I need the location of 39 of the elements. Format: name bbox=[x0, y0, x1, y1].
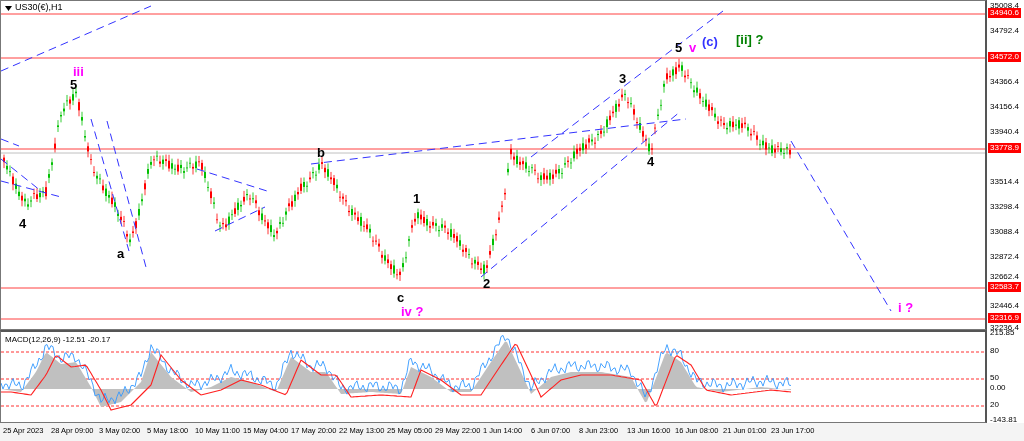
price-tick-label: 34792.4 bbox=[990, 26, 1019, 35]
wave-label: i ? bbox=[898, 301, 914, 314]
wave-label: 4 bbox=[19, 217, 27, 230]
wave-label: b bbox=[317, 146, 325, 159]
wave-label: iv ? bbox=[401, 305, 424, 318]
price-tick-label: 33514.4 bbox=[990, 177, 1019, 186]
price-tag: 34572.0 bbox=[988, 52, 1021, 62]
wave-label: [ii] ? bbox=[736, 33, 764, 46]
wave-label: 5 bbox=[70, 78, 78, 91]
price-tick-label: 34156.4 bbox=[990, 102, 1019, 111]
price-tick-label: 35008.4 bbox=[990, 1, 1019, 10]
wave-label: a bbox=[117, 247, 125, 260]
price-tick-label: 32446.4 bbox=[990, 301, 1019, 310]
chart-title: US30(€),H1 bbox=[15, 2, 63, 12]
price-tick-label: 32662.4 bbox=[990, 272, 1019, 281]
macd-axis-label: 20 bbox=[990, 400, 999, 409]
wave-label: v bbox=[689, 41, 697, 54]
price-tick-label: 33940.4 bbox=[990, 127, 1019, 136]
price-tick-label: 32872.4 bbox=[990, 252, 1019, 261]
price-tag: 33778.9 bbox=[988, 143, 1021, 153]
macd-axis-label: 50 bbox=[990, 373, 999, 382]
wave-label: c bbox=[397, 291, 405, 304]
macd-axis-label: 0.00 bbox=[990, 383, 1006, 392]
macd-title: MACD(12,26,9) -12.51 -20.17 bbox=[5, 335, 111, 344]
price-tick-label: 33088.4 bbox=[990, 227, 1019, 236]
price-tag: 34940.6 bbox=[988, 8, 1021, 18]
wave-label: 1 bbox=[413, 192, 421, 205]
price-tag: 32583.7 bbox=[988, 282, 1021, 292]
macd-axis-label: 80 bbox=[990, 346, 999, 355]
wave-label: (c) bbox=[702, 35, 718, 48]
wave-label: 5 bbox=[675, 41, 683, 54]
price-tick-label: 33298.4 bbox=[990, 202, 1019, 211]
price-tick-label: 34366.4 bbox=[990, 77, 1019, 86]
wave-label: 4 bbox=[647, 155, 655, 168]
wave-label: iii bbox=[73, 65, 84, 78]
price-tag: 32316.9 bbox=[988, 313, 1021, 323]
macd-axis-label: -143.81 bbox=[990, 415, 1018, 424]
wave-label: 2 bbox=[483, 277, 491, 290]
wave-label: 3 bbox=[619, 72, 627, 85]
